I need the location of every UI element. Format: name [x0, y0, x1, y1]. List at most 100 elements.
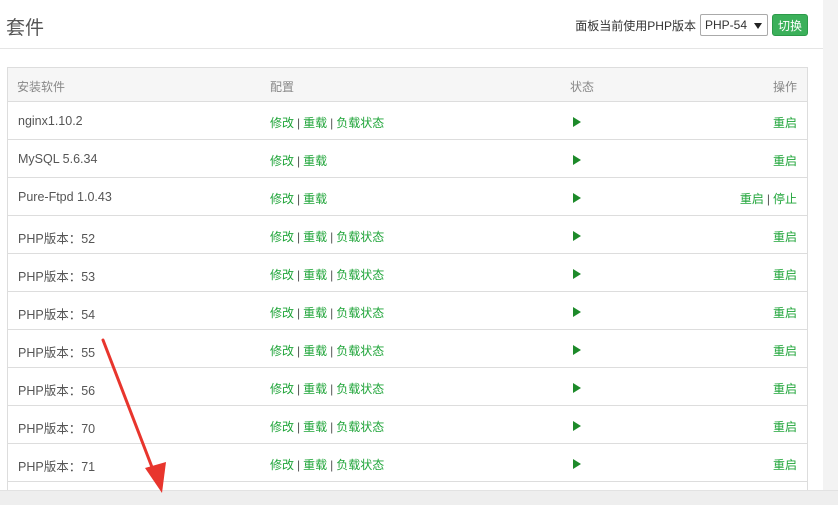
config-link[interactable]: 修改: [270, 420, 294, 434]
panel-header: 套件 面板当前使用PHP版本 PHP-54 切换: [0, 0, 823, 49]
config-link[interactable]: 负载状态: [336, 268, 384, 282]
config-link[interactable]: 负载状态: [336, 230, 384, 244]
operation-links: 重启: [773, 456, 797, 473]
software-name: PHP版本：52: [18, 232, 96, 246]
config-link[interactable]: 修改: [270, 344, 294, 358]
operation-link[interactable]: 停止: [773, 192, 797, 206]
software-table: 安装软件 配置 状态 操作 nginx1.10.2 修改 | 重载 | 负载状态 重启 MyS…: [7, 67, 808, 490]
link-separator: |: [297, 154, 301, 168]
config-link[interactable]: 重载: [303, 116, 327, 130]
table-row: PHP版本：70 修改 | 重载 | 负载状态 重启: [8, 406, 807, 444]
link-separator: |: [330, 382, 334, 396]
link-separator: |: [297, 192, 301, 206]
software-name: PHP版本：70: [18, 422, 96, 436]
operation-link[interactable]: 重启: [773, 382, 797, 396]
config-link[interactable]: 修改: [270, 268, 294, 282]
config-links: 修改 | 重载 | 负载状态: [270, 304, 384, 321]
operation-link[interactable]: 重启: [740, 192, 764, 206]
config-link[interactable]: 负载状态: [336, 116, 384, 130]
software-name: PHP版本：53: [18, 270, 96, 284]
table-row: nginx1.10.2 修改 | 重载 | 负载状态 重启: [8, 102, 807, 140]
table-row: PHP版本：56 修改 | 重载 | 负载状态 重启: [8, 368, 807, 406]
link-separator: |: [297, 458, 301, 472]
status-cell: [573, 116, 581, 130]
play-icon: [573, 117, 581, 127]
table-row: Pure-Ftpd 1.0.43 修改 | 重载 重启 | 停止: [8, 178, 807, 216]
column-header-ops: 操作: [772, 80, 797, 94]
chevron-down-icon: [753, 23, 762, 29]
link-separator: |: [330, 268, 334, 282]
config-link[interactable]: 负载状态: [336, 420, 384, 434]
operation-links: 重启 | 停止: [740, 190, 797, 207]
config-link[interactable]: 修改: [270, 192, 294, 206]
operation-link[interactable]: 重启: [773, 268, 797, 282]
php-version-select[interactable]: PHP-54: [699, 14, 768, 36]
operation-links: 重启: [773, 380, 797, 397]
table-row: PHP版本：71 修改 | 重载 | 负载状态 重启: [8, 444, 807, 482]
config-link[interactable]: 修改: [270, 458, 294, 472]
php-version-selected: PHP-54: [704, 18, 748, 32]
config-link[interactable]: 负载状态: [336, 458, 384, 472]
operation-link[interactable]: 重启: [773, 154, 797, 168]
config-link[interactable]: 重载: [303, 344, 327, 358]
operation-links: 重启: [773, 228, 797, 245]
column-header-software: 安装软件: [17, 80, 66, 94]
table-row: MySQL 5.6.34 修改 | 重载 重启: [8, 140, 807, 178]
status-cell: [573, 306, 581, 320]
config-link[interactable]: 重载: [303, 230, 327, 244]
table-row: PHP版本：55 修改 | 重载 | 负载状态 重启: [8, 330, 807, 368]
config-link[interactable]: 负载状态: [336, 382, 384, 396]
operation-links: 重启: [773, 152, 797, 169]
config-links: 修改 | 重载 | 负载状态: [270, 418, 384, 435]
status-cell: [573, 192, 581, 206]
operation-link[interactable]: 重启: [773, 230, 797, 244]
php-version-label: 面板当前使用PHP版本: [575, 18, 696, 33]
play-icon: [573, 307, 581, 317]
config-link[interactable]: 修改: [270, 230, 294, 244]
link-separator: |: [330, 458, 334, 472]
config-link[interactable]: 修改: [270, 382, 294, 396]
config-links: 修改 | 重载 | 负载状态: [270, 342, 384, 359]
status-cell: [573, 268, 581, 282]
config-link[interactable]: 负载状态: [336, 306, 384, 320]
column-header-status: 状态: [570, 80, 595, 94]
config-link[interactable]: 重载: [303, 268, 327, 282]
status-cell: [573, 230, 581, 244]
software-panel: 套件 面板当前使用PHP版本 PHP-54 切换 安装软件 配置 状态 操作 n…: [0, 0, 823, 490]
operation-link[interactable]: 重启: [773, 420, 797, 434]
config-link[interactable]: 重载: [303, 382, 327, 396]
bottom-bar: [0, 490, 838, 505]
operation-links: 重启: [773, 418, 797, 435]
config-link[interactable]: 重载: [303, 458, 327, 472]
config-link[interactable]: 重载: [303, 192, 327, 206]
link-separator: |: [297, 230, 301, 244]
config-link[interactable]: 修改: [270, 306, 294, 320]
config-links: 修改 | 重载 | 负载状态: [270, 228, 384, 245]
config-link[interactable]: 修改: [270, 116, 294, 130]
play-icon: [573, 155, 581, 165]
table-row: PHP版本：53 修改 | 重载 | 负载状态 重启: [8, 254, 807, 292]
scrollbar-track[interactable]: [823, 0, 838, 505]
software-name: PHP版本：71: [18, 460, 96, 474]
play-icon: [573, 345, 581, 355]
config-link[interactable]: 重载: [303, 306, 327, 320]
config-link[interactable]: 修改: [270, 154, 294, 168]
operation-link[interactable]: 重启: [773, 306, 797, 320]
operation-link[interactable]: 重启: [773, 344, 797, 358]
operation-link[interactable]: 重启: [773, 116, 797, 130]
table-header: 安装软件 配置 状态 操作: [8, 68, 807, 102]
link-separator: |: [297, 420, 301, 434]
play-icon: [573, 383, 581, 393]
config-link[interactable]: 重载: [303, 154, 327, 168]
config-link[interactable]: 重载: [303, 420, 327, 434]
config-link[interactable]: 负载状态: [336, 344, 384, 358]
operation-links: 重启: [773, 266, 797, 283]
switch-button[interactable]: 切换: [771, 14, 808, 36]
config-links: 修改 | 重载: [270, 152, 327, 169]
play-icon: [573, 269, 581, 279]
page-title: 套件: [6, 18, 45, 39]
status-cell: [573, 344, 581, 358]
link-separator: |: [297, 306, 301, 320]
operation-link[interactable]: 重启: [773, 458, 797, 472]
config-links: 修改 | 重载 | 负载状态: [270, 456, 384, 473]
